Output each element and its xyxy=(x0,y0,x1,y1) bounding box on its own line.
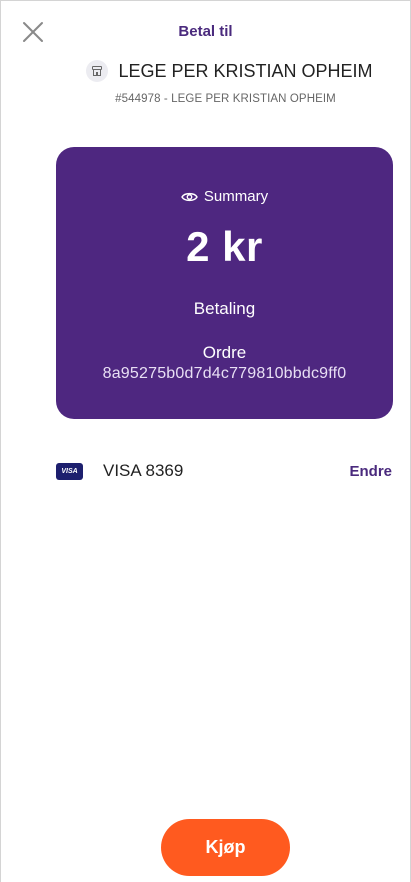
merchant-name: LEGE PER KRISTIAN OPHEIM xyxy=(118,60,373,81)
card-label: VISA 8369 xyxy=(103,461,184,480)
buy-button[interactable]: Kjøp xyxy=(161,819,290,876)
merchant-row: LEGE PER KRISTIAN OPHEIM xyxy=(1,60,410,82)
payment-method-row: VISA VISA 8369 Endre xyxy=(56,459,392,483)
order-id: 8a95275b0d7d4c779810bbdc9ff0 xyxy=(102,365,347,382)
store-icon xyxy=(86,60,109,82)
change-payment-link[interactable]: Endre xyxy=(349,463,392,480)
merchant-subtitle: #544978 - LEGE PER KRISTIAN OPHEIM xyxy=(115,93,336,105)
summary-card: Summary 2 kr Betaling Ordre 8a95275b0d7d… xyxy=(56,147,393,419)
eye-icon xyxy=(181,192,198,201)
page-title: Betal til xyxy=(178,23,233,40)
order-label: Ordre xyxy=(202,343,247,362)
payment-type: Betaling xyxy=(193,299,256,318)
visa-card-icon: VISA xyxy=(56,462,83,480)
amount: 2 kr xyxy=(186,223,263,270)
summary-header[interactable]: Summary xyxy=(56,188,393,205)
summary-label: Summary xyxy=(203,188,269,205)
payment-screen: Betal til LEGE PER KRISTIAN OPHEIM #5449… xyxy=(0,0,411,882)
